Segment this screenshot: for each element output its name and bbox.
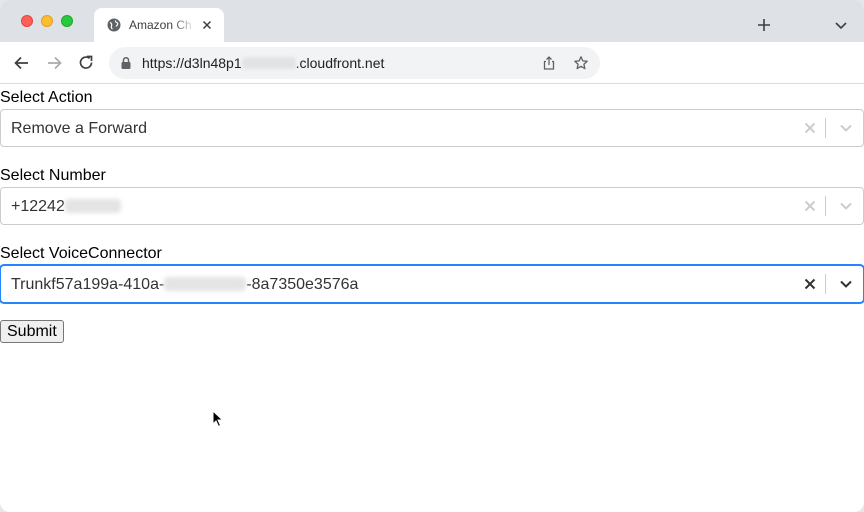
chevron-down-icon[interactable] xyxy=(839,122,853,134)
lock-icon[interactable] xyxy=(120,56,132,70)
submit-button[interactable]: Submit xyxy=(0,320,64,343)
tab-strip: Amazon Ch xyxy=(0,0,864,42)
mouse-pointer-icon xyxy=(212,410,224,428)
url-text: https://d3ln48p1 .cloudfront.net xyxy=(142,55,385,71)
voiceconnector-select-value: Trunkf57a199a-410a- -8a7350e3576a xyxy=(11,276,359,293)
back-arrow-icon[interactable] xyxy=(12,53,32,73)
star-icon[interactable] xyxy=(573,55,589,71)
share-icon[interactable] xyxy=(541,55,557,71)
select-number-label: Select Number xyxy=(0,167,106,184)
indicator-separator xyxy=(825,118,826,138)
minimize-window-button[interactable] xyxy=(41,15,53,27)
clear-icon[interactable] xyxy=(803,277,817,291)
close-window-button[interactable] xyxy=(21,15,33,27)
reload-icon[interactable] xyxy=(76,53,96,73)
chevron-down-icon[interactable] xyxy=(839,278,853,290)
chevron-down-icon[interactable] xyxy=(839,200,853,212)
tab-title: Amazon Ch xyxy=(129,17,195,33)
globe-icon xyxy=(107,18,121,32)
indicator-separator xyxy=(825,196,826,216)
browser-toolbar: https://d3ln48p1 .cloudfront.net xyxy=(0,42,864,84)
select-action-label: Select Action xyxy=(0,89,93,106)
zoom-window-button[interactable] xyxy=(61,15,73,27)
address-bar[interactable]: https://d3ln48p1 .cloudfront.net xyxy=(109,47,600,79)
forward-arrow-icon[interactable] xyxy=(44,53,64,73)
select-voiceconnector-label: Select VoiceConnector xyxy=(0,245,162,262)
indicator-separator xyxy=(825,274,826,294)
page-content: Select Action Remove a Forward Select Nu… xyxy=(0,85,864,512)
clear-icon[interactable] xyxy=(803,199,817,213)
close-icon[interactable] xyxy=(200,18,214,32)
chevron-down-icon[interactable] xyxy=(833,17,849,33)
action-select[interactable]: Remove a Forward xyxy=(0,109,864,147)
number-select-value: +12242 xyxy=(11,197,121,216)
browser-window: Amazon Ch https://d3ln48p1 .cloudfront.n… xyxy=(0,0,864,512)
voiceconnector-select[interactable]: Trunkf57a199a-410a- -8a7350e3576a xyxy=(0,265,864,303)
action-select-value: Remove a Forward xyxy=(11,120,148,137)
number-select[interactable]: +12242 xyxy=(0,187,864,225)
plus-icon[interactable] xyxy=(755,16,773,34)
clear-icon[interactable] xyxy=(803,121,817,135)
tab-amazon-chime[interactable]: Amazon Ch xyxy=(94,8,224,42)
